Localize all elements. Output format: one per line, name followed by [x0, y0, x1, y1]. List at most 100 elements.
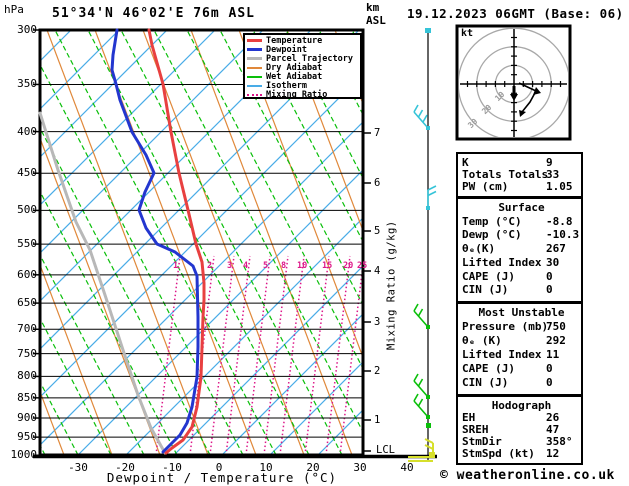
most-unstable-table: Most UnstablePressure (mb)750θₑ (K)292Li… — [456, 302, 583, 396]
legend-swatch — [247, 39, 262, 42]
pressure-tick-label: 450 — [5, 166, 37, 179]
temp-tick-label: 40 — [387, 461, 427, 474]
km-tick-label: 4 — [374, 265, 380, 277]
km-tick-label: 7 — [374, 127, 380, 139]
row-value: -8.8 — [546, 215, 573, 228]
mixing-ratio-value-label: 20 — [343, 261, 353, 271]
table-row: PW (cm)1.05 — [458, 180, 581, 192]
legend-label: Mixing Ratio — [266, 90, 327, 100]
row-value: 750 — [546, 320, 566, 333]
legend: TemperatureDewpointParcel TrajectoryDry … — [243, 33, 362, 99]
table-row: Lifted Index 11 — [458, 348, 581, 362]
row-label: Lifted Index — [462, 348, 541, 361]
row-value: 292 — [546, 334, 566, 347]
row-value: 0 — [546, 362, 553, 375]
row-value: 11 — [546, 348, 559, 361]
pressure-tick-label: 550 — [5, 237, 37, 250]
row-label: Lifted Index — [462, 256, 541, 269]
pressure-tick-label: 800 — [5, 369, 37, 382]
legend-swatch — [247, 48, 262, 51]
row-value: 267 — [546, 242, 566, 255]
mixing-ratio-value-label: 4 — [243, 261, 248, 271]
table-row: StmDir358° — [458, 435, 581, 447]
mixing-ratio-value-label: 15 — [322, 261, 332, 271]
mixing-ratio-value-label: 3 — [227, 261, 232, 271]
legend-swatch — [247, 67, 262, 69]
legend-swatch — [247, 57, 262, 60]
dewpoint-curve — [112, 30, 198, 452]
wind-barb — [426, 423, 431, 428]
altitude-unit-asl: ASL — [366, 14, 386, 27]
table-title: Hodograph — [458, 399, 581, 411]
row-label: CAPE (J) — [462, 362, 515, 375]
row-label: StmSpd (kt) — [462, 447, 535, 460]
table-row: Totals Totals33 — [458, 168, 581, 180]
row-label: θₑ(K) — [462, 242, 495, 255]
pressure-tick-label: 300 — [5, 23, 37, 36]
table-row: StmSpd (kt) 12 — [458, 447, 581, 459]
row-value: 0 — [546, 376, 553, 389]
table-row: CIN (J) 0 — [458, 283, 581, 297]
altitude-unit-km: km — [366, 1, 386, 14]
temp-tick-label: 0 — [199, 461, 239, 474]
altitude-axis-unit: km ASL — [366, 1, 386, 27]
row-value: 0 — [546, 270, 553, 283]
km-tick-label: 3 — [374, 316, 380, 328]
pressure-axis-unit: hPa — [4, 3, 24, 16]
row-label: CIN (J) — [462, 283, 508, 296]
row-label: CAPE (J) — [462, 270, 515, 283]
pressure-tick-label: 600 — [5, 268, 37, 281]
row-value: 0 — [546, 283, 553, 296]
lcl-label: LCL — [376, 444, 395, 456]
table-title: Most Unstable — [458, 306, 581, 320]
legend-swatch — [247, 94, 262, 96]
mixing-ratio-value-label: 10 — [297, 261, 307, 271]
table-row: Temp (°C) -8.8 — [458, 215, 581, 229]
pressure-tick-label: 900 — [5, 411, 37, 424]
station-title: 51°34'N 46°02'E 76m ASL — [52, 6, 255, 21]
mixing-ratio-value-label: 8 — [281, 261, 286, 271]
km-tick-label: 2 — [374, 365, 380, 377]
table-row: CAPE (J) 0 — [458, 362, 581, 376]
pressure-tick-label: 700 — [5, 322, 37, 335]
wind-barb — [408, 439, 435, 461]
temp-tick-label: 20 — [293, 461, 333, 474]
indices-table: K9Totals Totals33PW (cm)1.05 — [456, 152, 583, 198]
table-row: CIN (J)0 — [458, 376, 581, 390]
mixing-ratio-value-label: 5 — [263, 261, 268, 271]
mixing-ratio-value-label: 1 — [173, 261, 178, 271]
table-row: θₑ (K)292 — [458, 334, 581, 348]
row-value: 12 — [546, 447, 559, 460]
legend-item: Mixing Ratio — [247, 91, 360, 100]
pressure-tick-label: 750 — [5, 347, 37, 360]
temp-tick-label: -10 — [152, 461, 192, 474]
table-row: Pressure (mb)750 — [458, 320, 581, 334]
table-title: Surface — [458, 201, 581, 215]
table-row: Dewp (°C)-10.3 — [458, 228, 581, 242]
pressure-tick-label: 650 — [5, 296, 37, 309]
row-label: Pressure (mb) — [462, 320, 548, 333]
row-label: Temp (°C) — [462, 215, 522, 228]
row-label: Dewp (°C) — [462, 228, 522, 241]
pressure-tick-label: 1000 — [5, 448, 37, 461]
table-row: θₑ(K) 267 — [458, 242, 581, 256]
legend-swatch — [247, 76, 262, 78]
pressure-tick-label: 850 — [5, 391, 37, 404]
hodograph-unit-label: kt — [461, 28, 473, 39]
pressure-tick-label: 350 — [5, 77, 37, 90]
pressure-tick-label: 500 — [5, 203, 37, 216]
pressure-tick-label: 400 — [5, 125, 37, 138]
mixing-ratio-axis-label: Mixing Ratio (g/kg) — [385, 178, 398, 350]
km-tick-label: 6 — [374, 177, 380, 189]
km-tick-label: 5 — [374, 225, 380, 237]
table-row: Lifted Index 30 — [458, 256, 581, 270]
table-row: CAPE (J) 0 — [458, 270, 581, 284]
mixing-ratio-value-label: 25 — [357, 261, 367, 271]
hodograph-table: HodographEH26SREH47StmDir358°StmSpd (kt)… — [456, 395, 583, 465]
temp-tick-label: -30 — [58, 461, 98, 474]
row-value: 30 — [546, 256, 559, 269]
temp-tick-label: 30 — [340, 461, 380, 474]
row-value: 1.05 — [546, 180, 573, 193]
skewt-sounding-screenshot: hPa 51°34'N 46°02'E 76m ASL km ASL 19.12… — [0, 0, 629, 486]
watermark: © weatheronline.co.uk — [440, 468, 615, 483]
